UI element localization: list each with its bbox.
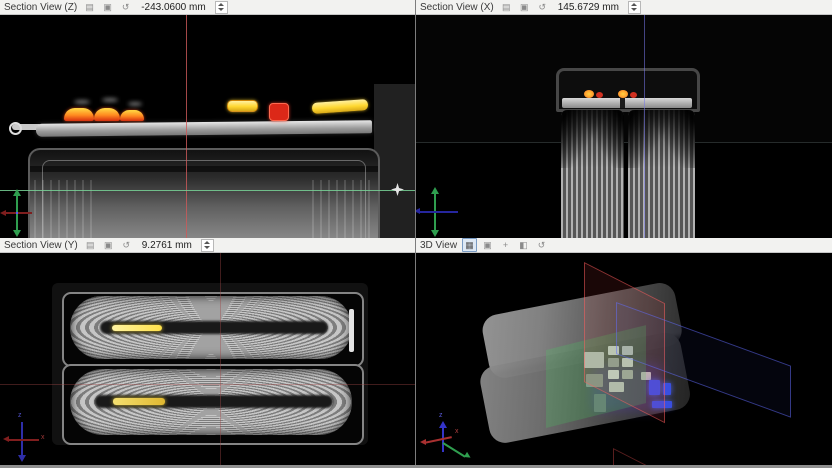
ct-cell-case	[28, 148, 380, 238]
tab-highlight-bottom	[113, 398, 165, 405]
section-x-spinner	[628, 1, 641, 14]
pan-icon[interactable]: +	[498, 238, 513, 252]
defect-blob	[120, 110, 144, 121]
axis-label-x: x	[455, 428, 459, 435]
section-z-position-value[interactable]: -243.0600 mm	[141, 2, 205, 13]
section-y-toolbar: Section View (Y) ▤ ▣ ↺ 9.2761 mm	[0, 238, 415, 253]
snapshot-icon[interactable]: ▤	[83, 238, 98, 252]
winding-stripes-right	[312, 180, 374, 238]
spinner-down-button[interactable]	[202, 245, 213, 251]
reset-section-icon[interactable]: ↺	[119, 238, 134, 252]
ct-cell-lid	[36, 120, 372, 137]
defect-capsule	[227, 100, 258, 112]
view-3d-title: 3D View	[420, 240, 457, 251]
crosshair-horizontal-red[interactable]	[0, 384, 415, 385]
section-z-title: Section View (Z)	[4, 2, 77, 13]
reset-view-icon[interactable]: ↺	[534, 238, 549, 252]
panel-section-y: Section View (Y) ▤ ▣ ↺ 9.2761 mm z	[0, 238, 415, 468]
side-marker-bar	[349, 309, 354, 352]
section-z-spinner	[215, 1, 228, 14]
ct-inspection-app: Section View (Z) ▤ ▣ ↺ -243.0600 mm	[0, 0, 832, 468]
section-x-title: Section View (X)	[420, 2, 494, 13]
lock-section-icon[interactable]: ▣	[101, 238, 116, 252]
scatter-artifact	[128, 102, 142, 106]
winding-stripes-left	[34, 180, 96, 238]
jelly-roll-left	[561, 110, 624, 238]
crosshair-vertical-blue[interactable]	[644, 14, 645, 238]
snapshot-icon[interactable]: ▤	[499, 0, 514, 14]
panel-section-x: Section View (X) ▤ ▣ ↺ 145.6729 mm	[416, 0, 832, 238]
tab-highlight-top	[112, 325, 162, 331]
viewport-section-y[interactable]: z x	[0, 252, 415, 468]
ct-battery-front	[556, 68, 700, 238]
view-3d-toolbar: 3D View ▦ ▣ + ◧ ↺	[416, 238, 832, 253]
scatter-artifact	[102, 98, 118, 102]
crosshair-vertical-red[interactable]	[220, 252, 221, 468]
jelly-roll-right	[628, 110, 695, 238]
lock-section-icon[interactable]: ▣	[100, 0, 115, 14]
axis-label-z: z	[18, 412, 22, 419]
scatter-artifact	[74, 100, 90, 104]
section-z-toolbar: Section View (Z) ▤ ▣ ↺ -243.0600 mm	[0, 0, 415, 15]
viewport-3d[interactable]: z x	[416, 252, 832, 468]
defect-dot	[630, 92, 637, 98]
reset-section-icon[interactable]: ↺	[535, 0, 550, 14]
spinner-down-button[interactable]	[216, 7, 227, 13]
section-y-position-value[interactable]: 9.2761 mm	[142, 240, 192, 251]
axis-label-z: z	[439, 412, 443, 419]
defect-square	[269, 103, 289, 121]
ct-terminal-strip	[562, 98, 692, 108]
defect-blob	[94, 108, 120, 121]
section-y-spinner	[201, 239, 214, 252]
panel-section-z: Section View (Z) ▤ ▣ ↺ -243.0600 mm	[0, 0, 415, 238]
ct-terminal-gap	[620, 98, 625, 108]
viewport-section-z[interactable]	[0, 14, 415, 238]
scene-grid-icon[interactable]: ▦	[462, 238, 477, 252]
defect-dot	[618, 90, 628, 98]
panel-3d-view: 3D View ▦ ▣ + ◧ ↺	[416, 238, 832, 468]
crosshair-horizontal-green[interactable]	[0, 190, 415, 191]
panel-divider[interactable]	[415, 0, 416, 468]
crosshair-vertical-red[interactable]	[186, 14, 187, 238]
roll-fold-shadow	[628, 110, 695, 168]
axis-label-x: x	[41, 434, 45, 441]
defect-dot	[584, 90, 594, 98]
split-view-icon[interactable]: ◧	[516, 238, 531, 252]
viewport-section-x[interactable]	[416, 14, 832, 238]
section-y-title: Section View (Y)	[4, 240, 78, 251]
snapshot-icon[interactable]: ▤	[82, 0, 97, 14]
defect-blob	[64, 108, 94, 121]
lock-section-icon[interactable]: ▣	[517, 0, 532, 14]
ct-terminal-pin-tip	[9, 122, 22, 135]
defect-bar	[312, 99, 369, 114]
roll-fold-shadow	[561, 110, 624, 168]
spinner-down-button[interactable]	[629, 7, 640, 13]
section-x-position-value[interactable]: 145.6729 mm	[558, 2, 619, 13]
defect-dot	[596, 92, 603, 98]
fit-view-icon[interactable]: ▣	[480, 238, 495, 252]
ct-right-wall	[374, 84, 415, 238]
section-x-toolbar: Section View (X) ▤ ▣ ↺ 145.6729 mm	[416, 0, 832, 15]
reset-section-icon[interactable]: ↺	[118, 0, 133, 14]
